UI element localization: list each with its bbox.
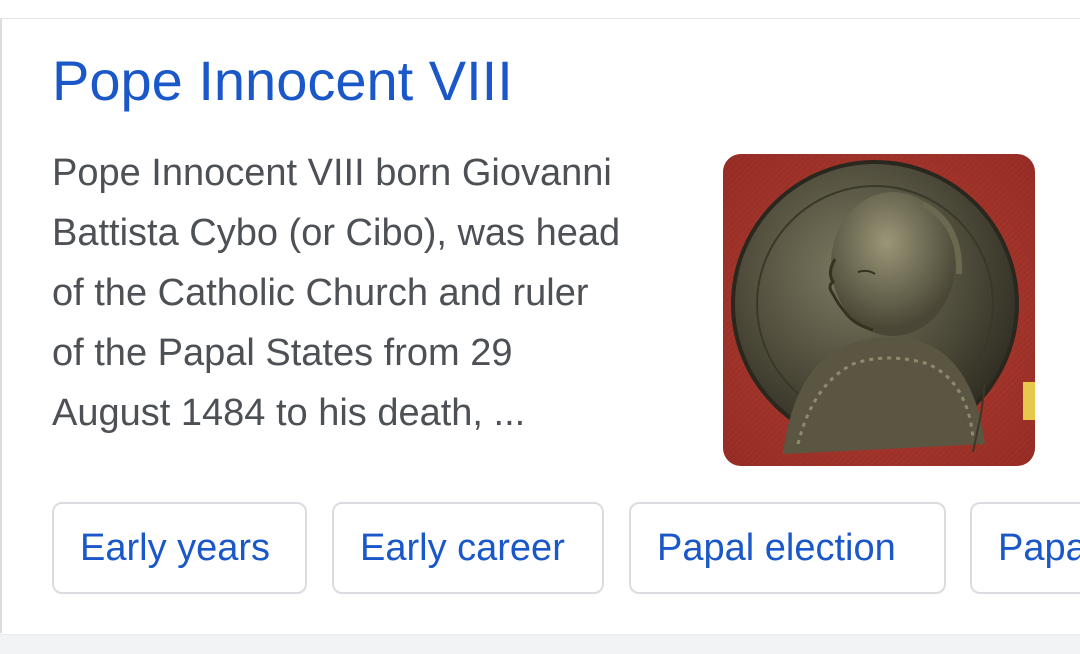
snippet-line: Pope Innocent VIII born Giovanni <box>52 152 612 194</box>
previous-card-edge <box>0 0 1080 19</box>
result-snippet: Pope Innocent VIII born Giovanni Battist… <box>52 143 692 443</box>
chip-papacy-partial[interactable]: Papa <box>970 502 1080 594</box>
chip-papal-election[interactable]: Papal election <box>629 502 946 594</box>
snippet-line: of the Catholic Church and ruler <box>52 272 589 314</box>
knowledge-result-card: Pope Innocent VIII Pope Innocent VIII bo… <box>0 19 1080 633</box>
chip-early-career[interactable]: Early career <box>332 502 604 594</box>
medal-portrait-image <box>723 154 1035 466</box>
snippet-line: August 1484 to his death, ... <box>52 392 526 434</box>
snippet-line: Battista Cybo (or Cibo), was head <box>52 212 621 254</box>
next-card-edge <box>0 634 1080 654</box>
chip-early-years[interactable]: Early years <box>52 502 307 594</box>
medal-thumbnail[interactable] <box>723 154 1035 466</box>
snippet-line: of the Papal States from 29 <box>52 332 513 374</box>
result-title-link[interactable]: Pope Innocent VIII <box>52 49 513 113</box>
